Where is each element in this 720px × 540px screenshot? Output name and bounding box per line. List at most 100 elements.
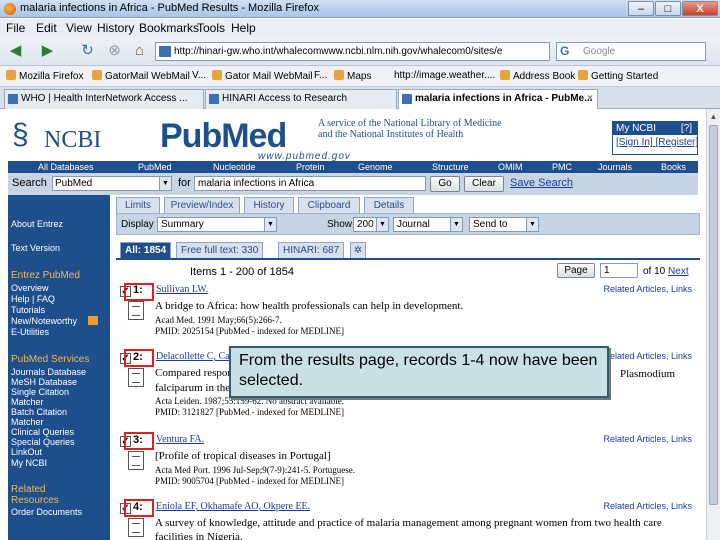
clear-button[interactable]: Clear bbox=[464, 176, 504, 192]
db-link[interactable]: OMIM bbox=[498, 161, 523, 173]
sidebar-item[interactable]: Single Citation bbox=[11, 387, 69, 397]
search-input[interactable]: G Google bbox=[556, 42, 706, 61]
menu-edit[interactable]: Edit bbox=[36, 21, 57, 35]
db-link[interactable]: Journals bbox=[598, 161, 632, 173]
sidebar-item[interactable]: Matcher bbox=[11, 397, 44, 407]
add-tab-icon[interactable]: ✲ bbox=[350, 242, 366, 258]
sidebar-item[interactable]: Batch Citation bbox=[11, 407, 67, 417]
bookmark-item[interactable]: Mozilla Firefox bbox=[6, 70, 83, 82]
scroll-up-icon[interactable]: ▲ bbox=[708, 111, 719, 122]
related-links[interactable]: Related Articles, Links bbox=[603, 351, 692, 361]
sidebar-item[interactable]: Journals Database bbox=[11, 367, 86, 377]
menu-history[interactable]: History bbox=[97, 21, 134, 35]
send-to-select[interactable]: Send to ▼ bbox=[469, 217, 539, 232]
sidebar-text-version[interactable]: Text Version bbox=[11, 243, 60, 253]
tab-clipboard[interactable]: Clipboard bbox=[298, 197, 360, 213]
sidebar-item[interactable]: Overview bbox=[11, 283, 49, 293]
tab-free-full-text[interactable]: Free full text: 330 bbox=[176, 242, 264, 258]
menu-view[interactable]: View bbox=[66, 21, 92, 35]
record-author[interactable]: Sullivan LW. bbox=[156, 284, 208, 295]
sidebar-item[interactable]: My NCBI bbox=[11, 458, 47, 468]
bookmark-item[interactable]: Gator Mail WebMail bbox=[212, 70, 313, 82]
next-link[interactable]: Next bbox=[668, 266, 689, 277]
sidebar-about-entrez[interactable]: About Entrez bbox=[11, 219, 63, 229]
db-link[interactable]: PMC bbox=[552, 161, 572, 173]
search-term-input[interactable]: malaria infections in Africa bbox=[194, 176, 426, 191]
minimize-button[interactable]: – bbox=[628, 1, 654, 16]
sidebar-item[interactable]: Special Queries bbox=[11, 437, 75, 447]
menu-bar: File Edit View History Bookmarks Tools H… bbox=[0, 19, 720, 37]
address-bar[interactable]: http://hinari-gw.who.int/whalecomwww.ncb… bbox=[155, 42, 550, 61]
sidebar-item[interactable]: E-Utilities bbox=[11, 327, 49, 337]
sidebar-item[interactable]: New/Noteworthy bbox=[11, 316, 77, 326]
menu-bookmarks[interactable]: Bookmarks bbox=[139, 21, 199, 35]
tab-hinari[interactable]: HINARI: 687 bbox=[278, 242, 345, 258]
my-ncbi-help-link[interactable]: [?] bbox=[681, 123, 692, 134]
ncbi-logo[interactable]: § NCBI bbox=[8, 115, 110, 159]
db-link[interactable]: Structure bbox=[432, 161, 469, 173]
db-link[interactable]: Books bbox=[661, 161, 686, 173]
stop-icon[interactable]: ⊗ bbox=[105, 42, 124, 61]
display-format-select[interactable]: Summary ▼ bbox=[157, 217, 277, 232]
record-author[interactable]: Ventura FA. bbox=[156, 434, 204, 445]
bookmark-item[interactable]: V... bbox=[192, 70, 206, 81]
page-button[interactable]: Page bbox=[557, 263, 595, 278]
bookmark-item[interactable]: Maps bbox=[334, 70, 371, 82]
sidebar-item[interactable]: Help | FAQ bbox=[11, 294, 55, 304]
bookmark-item[interactable]: Getting Started bbox=[578, 70, 658, 82]
forward-icon[interactable]: ▶ bbox=[38, 42, 57, 61]
abstract-icon[interactable] bbox=[128, 451, 144, 470]
sidebar-item[interactable]: Clinical Queries bbox=[11, 427, 74, 437]
sidebar-item[interactable]: Order Documents bbox=[11, 507, 82, 517]
menu-tools[interactable]: Tools bbox=[197, 21, 225, 35]
home-icon[interactable]: ⌂ bbox=[130, 42, 149, 61]
bookmark-item[interactable]: GatorMail WebMail bbox=[92, 70, 190, 82]
tab-limits[interactable]: Limits bbox=[116, 197, 160, 213]
bookmark-item[interactable]: F... bbox=[314, 70, 327, 81]
tab-history[interactable]: History bbox=[244, 197, 294, 213]
tab-details[interactable]: Details bbox=[364, 197, 414, 213]
sign-in-link[interactable]: [Sign In] bbox=[616, 137, 653, 148]
db-link[interactable]: All Databases bbox=[38, 161, 94, 173]
db-link[interactable]: Protein bbox=[296, 161, 325, 173]
related-links[interactable]: Related Articles, Links bbox=[603, 284, 692, 294]
related-links[interactable]: Related Articles, Links bbox=[603, 501, 692, 511]
abstract-icon[interactable] bbox=[128, 518, 144, 537]
reload-icon[interactable]: ↻ bbox=[78, 42, 97, 61]
record-author[interactable]: Eniola EF, Okhamafe AO, Okpere EE. bbox=[156, 501, 310, 512]
abstract-icon[interactable] bbox=[128, 301, 144, 320]
tab-pubmed-results[interactable]: malaria infections in Africa - PubMe... × bbox=[398, 89, 598, 109]
sidebar-item[interactable]: Matcher bbox=[11, 417, 44, 427]
tab-hinari[interactable]: HINARI Access to Research bbox=[205, 89, 397, 109]
db-link[interactable]: PubMed bbox=[138, 161, 172, 173]
tab-all[interactable]: All: 1854 bbox=[120, 242, 172, 258]
sort-select[interactable]: Journal ▼ bbox=[393, 217, 463, 232]
page-number-input[interactable]: 1 bbox=[600, 263, 638, 278]
menu-file[interactable]: File bbox=[6, 21, 25, 35]
sidebar-item[interactable]: Tutorials bbox=[11, 305, 45, 315]
abstract-icon[interactable] bbox=[128, 368, 144, 387]
sidebar-heading: PubMed Services bbox=[11, 354, 90, 365]
bookmark-item[interactable]: Address Book bbox=[500, 70, 575, 82]
menu-help[interactable]: Help bbox=[231, 21, 256, 35]
show-count-select[interactable]: 200 ▼ bbox=[353, 217, 389, 232]
db-link[interactable]: Nucleotide bbox=[213, 161, 256, 173]
vertical-scrollbar[interactable]: ▲ bbox=[706, 109, 720, 540]
close-button[interactable]: X bbox=[682, 1, 718, 16]
register-link[interactable]: [Register] bbox=[655, 137, 698, 148]
tab-close-icon[interactable]: × bbox=[587, 90, 593, 108]
tab-who[interactable]: WHO | Health InterNetwork Access ... bbox=[4, 89, 204, 109]
sidebar-item[interactable]: MeSH Database bbox=[11, 377, 77, 387]
save-search-link[interactable]: Save Search bbox=[510, 177, 573, 189]
database-select[interactable]: PubMed ▼ bbox=[52, 176, 172, 191]
scroll-thumb[interactable] bbox=[709, 125, 718, 505]
tab-preview-index[interactable]: Preview/Index bbox=[164, 197, 240, 213]
related-links[interactable]: Related Articles, Links bbox=[603, 434, 692, 444]
sidebar-item[interactable]: LinkOut bbox=[11, 447, 42, 457]
db-link[interactable]: Genome bbox=[358, 161, 393, 173]
go-button[interactable]: Go bbox=[430, 176, 460, 192]
back-icon[interactable]: ◀ bbox=[6, 42, 25, 61]
bookmark-item[interactable]: http://image.weather.... bbox=[394, 70, 495, 81]
rss-icon[interactable] bbox=[88, 316, 98, 325]
maximize-button[interactable]: □ bbox=[655, 1, 681, 16]
